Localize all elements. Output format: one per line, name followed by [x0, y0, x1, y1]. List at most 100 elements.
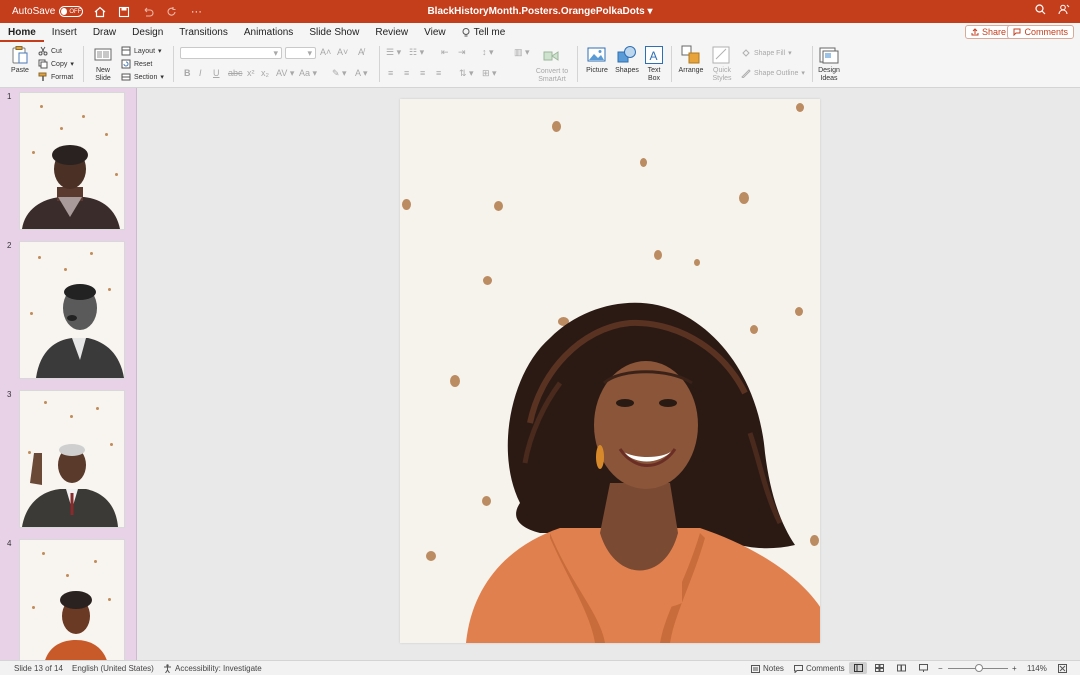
character-spacing-icon[interactable]: AV ▾ — [276, 68, 294, 79]
subscript-icon[interactable]: x₂ — [261, 68, 269, 78]
shapes-button[interactable]: Shapes — [614, 45, 640, 75]
shapes-icon — [617, 46, 636, 63]
superscript-icon[interactable]: x² — [247, 68, 255, 78]
cut-button[interactable]: Cut — [38, 46, 62, 56]
save-icon[interactable] — [117, 5, 131, 19]
portrait-illustration — [22, 444, 118, 527]
status-comments-button[interactable]: Comments — [794, 664, 845, 673]
format-painter-button[interactable]: Format — [38, 72, 73, 82]
convert-smartart-button[interactable]: Convert to SmartArt — [533, 46, 571, 84]
slide-thumbnail-3[interactable] — [19, 390, 125, 528]
highlight-icon[interactable]: ✎ ▾ — [332, 68, 347, 79]
polka-dot — [654, 250, 662, 260]
shape-fill-button[interactable]: Shape Fill ▾ — [741, 48, 792, 58]
text-direction-icon[interactable]: ⇅ ▾ — [459, 68, 474, 79]
tab-review[interactable]: Review — [367, 23, 416, 42]
tab-transitions[interactable]: Transitions — [171, 23, 236, 42]
undo-icon[interactable] — [141, 5, 155, 19]
home-icon[interactable] — [93, 5, 107, 19]
italic-icon[interactable]: I — [199, 68, 202, 78]
bullets-icon[interactable]: ☰ ▾ — [386, 47, 401, 58]
align-text-icon[interactable]: ⊞ ▾ — [482, 68, 497, 79]
status-bar: Slide 13 of 14 English (United States) A… — [0, 660, 1080, 675]
arrange-button[interactable]: Arrange — [677, 45, 705, 75]
copy-button[interactable]: Copy ▾ — [38, 59, 74, 69]
title-bar: AutoSave OFF ··· BlackHistoryMonth.Poste… — [0, 0, 1080, 23]
notes-button[interactable]: Notes — [751, 664, 784, 673]
pen-icon — [741, 69, 751, 78]
slide-counter: Slide 13 of 14 — [14, 664, 63, 673]
strikethrough-icon[interactable]: abc — [228, 68, 243, 78]
polka-dot — [402, 199, 411, 210]
share-button[interactable]: Share — [964, 25, 1012, 39]
shape-outline-button[interactable]: Shape Outline ▾ — [741, 68, 805, 78]
portrait-photo — [466, 302, 820, 643]
slide-editing-canvas[interactable] — [138, 88, 1080, 660]
design-ideas-button[interactable]: Design Ideas — [816, 45, 842, 83]
slide-thumbnail-panel[interactable]: 1 2 3 4 — [0, 88, 137, 660]
clear-formatting-icon[interactable]: A̸ — [358, 47, 364, 57]
convert-smartart-label: Convert to SmartArt — [535, 68, 569, 83]
autosave-control[interactable]: AutoSave OFF — [12, 6, 84, 17]
new-slide-button[interactable]: New Slide — [90, 45, 116, 83]
redo-icon[interactable] — [165, 5, 179, 19]
current-slide[interactable] — [400, 99, 820, 643]
format-label: Format — [51, 73, 74, 81]
align-right-icon[interactable]: ≡ — [420, 68, 425, 78]
font-color-icon[interactable]: A ▾ — [355, 68, 368, 79]
align-center-icon[interactable]: ≡ — [404, 68, 409, 78]
slide-sorter-view-button[interactable] — [875, 664, 884, 672]
autosave-toggle[interactable]: OFF — [59, 6, 84, 17]
zoom-level[interactable]: 114% — [1027, 664, 1047, 673]
zoom-in-button[interactable]: + — [1012, 664, 1017, 673]
account-icon[interactable] — [1058, 4, 1070, 18]
tab-design[interactable]: Design — [124, 23, 171, 42]
quick-styles-button[interactable]: Quick Styles — [709, 45, 735, 83]
ribbon-home: Paste Cut Copy ▾ Format New Slide Layout… — [0, 42, 1080, 88]
zoom-slider-knob[interactable] — [975, 664, 983, 672]
accessibility-checker[interactable]: Accessibility: Investigate — [163, 664, 262, 673]
search-icon[interactable] — [1035, 4, 1046, 18]
reset-button[interactable]: Reset — [121, 59, 152, 69]
tab-slide-show[interactable]: Slide Show — [301, 23, 367, 42]
tab-home[interactable]: Home — [0, 23, 44, 42]
decrease-font-icon[interactable]: A˅ — [337, 47, 348, 57]
tab-draw[interactable]: Draw — [85, 23, 124, 42]
font-family-select[interactable]: ▾ — [180, 47, 282, 59]
columns-icon[interactable]: ▥ ▾ — [514, 47, 530, 58]
picture-button[interactable]: Picture — [584, 45, 610, 75]
slide-thumbnail-2[interactable] — [19, 241, 125, 379]
language-indicator[interactable]: English (United States) — [72, 664, 154, 673]
change-case-icon[interactable]: Aa ▾ — [299, 68, 317, 79]
fit-to-window-button[interactable] — [1058, 664, 1067, 673]
zoom-out-button[interactable]: − — [938, 664, 943, 673]
text-box-button[interactable]: A Text Box — [642, 45, 666, 83]
increase-font-icon[interactable]: A˄ — [320, 47, 331, 57]
font-size-select[interactable]: ▾ — [285, 47, 316, 59]
normal-view-button[interactable] — [849, 662, 867, 674]
line-spacing-icon[interactable]: ↕ ▾ — [482, 47, 494, 58]
section-button[interactable]: Section ▾ — [121, 72, 164, 82]
tab-view[interactable]: View — [416, 23, 454, 42]
tell-me-search[interactable]: Tell me — [454, 23, 514, 42]
slide-thumbnail-1[interactable] — [19, 92, 125, 230]
bold-icon[interactable]: B — [184, 68, 191, 78]
justify-icon[interactable]: ≡ — [436, 68, 441, 78]
underline-icon[interactable]: U — [213, 68, 220, 78]
paste-button[interactable]: Paste — [8, 45, 32, 75]
tell-me-label: Tell me — [473, 27, 506, 38]
align-left-icon[interactable]: ≡ — [388, 68, 393, 78]
layout-label: Layout — [134, 47, 156, 55]
layout-button[interactable]: Layout ▾ — [121, 46, 162, 56]
slide-show-view-button[interactable] — [919, 664, 928, 672]
slide-thumbnail-4[interactable] — [19, 539, 125, 660]
tab-insert[interactable]: Insert — [44, 23, 85, 42]
tab-animations[interactable]: Animations — [236, 23, 301, 42]
more-options-icon[interactable]: ··· — [189, 5, 203, 19]
numbering-icon[interactable]: ☷ ▾ — [409, 47, 424, 58]
decrease-indent-icon[interactable]: ⇤ — [441, 47, 449, 58]
comments-button[interactable]: Comments — [1007, 25, 1074, 39]
reading-view-button[interactable] — [897, 664, 906, 672]
reset-label: Reset — [134, 60, 153, 68]
increase-indent-icon[interactable]: ⇥ — [458, 47, 466, 58]
